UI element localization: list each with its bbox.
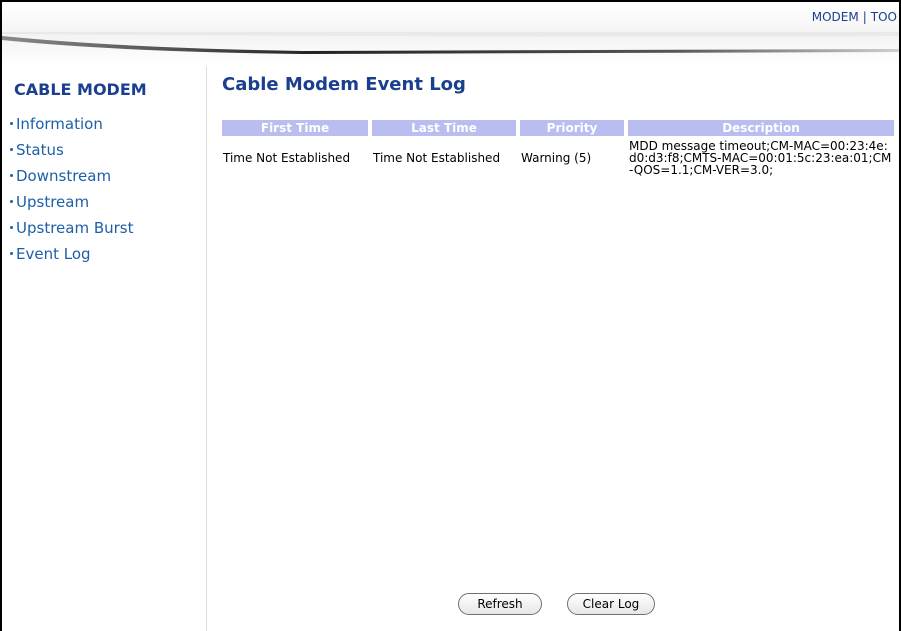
bullet-icon [10, 226, 13, 229]
top-nav: MODEM | TOO [812, 10, 897, 24]
top-nav-modem-link[interactable]: MODEM [812, 10, 859, 24]
description-cell: MDD message timeout;CM-MAC=00:23:4e:d0:d… [629, 139, 892, 177]
sidebar-item-label[interactable]: Downstream [16, 167, 111, 185]
bullet-icon [10, 148, 13, 151]
bullet-icon [10, 122, 13, 125]
sidebar-item-information[interactable]: Information [10, 114, 134, 140]
priority-cell: Warning (5) [521, 151, 592, 165]
table-row: Time Not Established Time Not Establishe… [222, 136, 894, 176]
sidebar-item-upstream[interactable]: Upstream [10, 192, 134, 218]
first-time-cell: Time Not Established [223, 151, 351, 165]
clear-log-button[interactable]: Clear Log [567, 593, 655, 615]
sidebar-nav: Information Status Downstream Upstream U… [10, 114, 134, 270]
header-swoosh [2, 32, 899, 66]
column-header-last-time: Last Time [372, 120, 516, 136]
sidebar-item-upstream-burst[interactable]: Upstream Burst [10, 218, 134, 244]
sidebar-item-event-log[interactable]: Event Log [10, 244, 134, 270]
sidebar-item-label[interactable]: Status [16, 141, 64, 159]
sidebar-item-label[interactable]: Event Log [16, 245, 91, 263]
sidebar-title: CABLE MODEM [14, 80, 147, 99]
bullet-icon [10, 174, 13, 177]
last-time-cell: Time Not Established [373, 151, 501, 165]
sidebar-item-label[interactable]: Upstream Burst [16, 219, 134, 237]
top-nav-tools-link[interactable]: TOO [871, 10, 897, 24]
top-bar: MODEM | TOO [2, 2, 899, 34]
sidebar-item-downstream[interactable]: Downstream [10, 166, 134, 192]
column-header-priority: Priority [520, 120, 624, 136]
sidebar: CABLE MODEM Information Status Downstrea… [2, 66, 207, 631]
event-log-table: First Time Last Time Priority Descriptio… [218, 120, 898, 176]
top-nav-separator: | [862, 10, 867, 24]
refresh-button[interactable]: Refresh [458, 593, 542, 615]
column-header-description: Description [628, 120, 894, 136]
page-frame: MODEM | TOO CABLE MODEM Information Status… [0, 0, 901, 631]
sidebar-item-label[interactable]: Upstream [16, 193, 89, 211]
column-header-first-time: First Time [222, 120, 368, 136]
bullet-icon [10, 252, 13, 255]
sidebar-item-status[interactable]: Status [10, 140, 134, 166]
sidebar-item-label[interactable]: Information [16, 115, 103, 133]
bullet-icon [10, 200, 13, 203]
table-header-row: First Time Last Time Priority Descriptio… [222, 120, 894, 136]
page-title: Cable Modem Event Log [222, 74, 466, 95]
